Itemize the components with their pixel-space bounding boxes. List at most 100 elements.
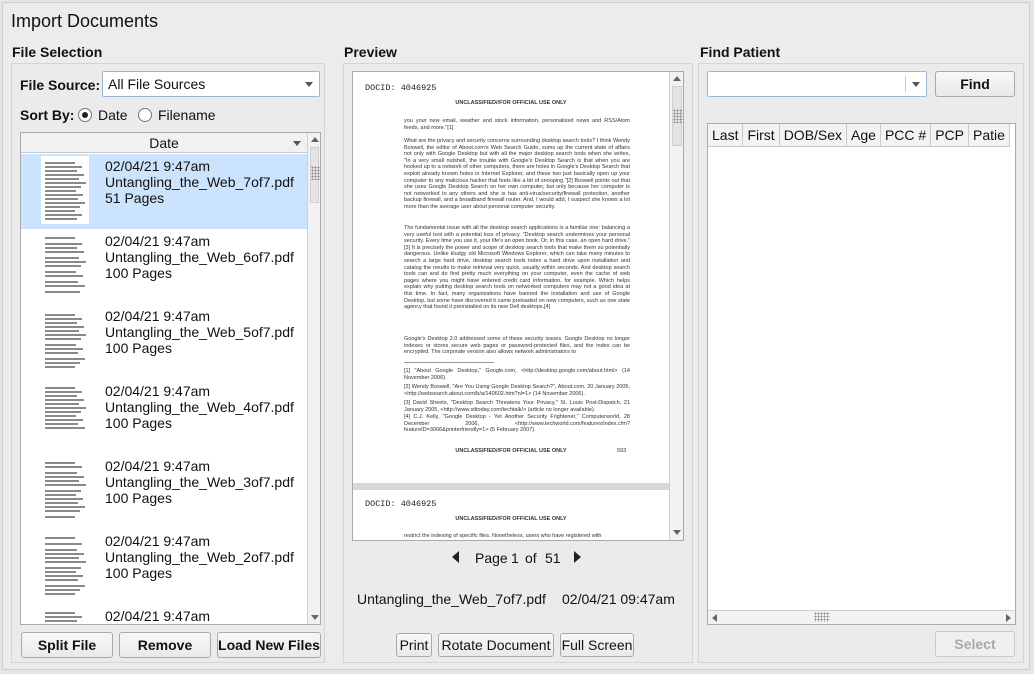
split-file-button[interactable]: Split File [21,632,113,658]
patient-column-header[interactable]: PCP [930,124,969,147]
preview-scroll-thumb[interactable] [672,86,683,146]
file-name: Untangling_the_Web_5of7.pdf [105,324,294,340]
page-total: 51 [545,550,561,566]
pdf-thumbnail-icon [41,156,89,224]
page-number-text: 593 [617,448,627,454]
scroll-right-icon[interactable] [1006,614,1011,622]
file-date: 02/04/21 9:47am [105,383,211,399]
preview-scrollbar[interactable] [669,72,683,540]
file-date: 02/04/21 9:47am [105,233,211,249]
preview-filename: Untangling_the_Web_7of7.pdf [357,591,546,607]
file-list-item[interactable]: 02/04/21 9:47am Untangling_the_Web_5of7.p… [21,304,307,379]
pdf-thumbnail-icon [41,381,89,449]
patient-header-row: Last First DOB/Sex Age PCC # PCP Patie [708,124,1010,147]
file-date: 02/04/21 9:47am [105,158,211,174]
file-name: Untangling_the_Web_6of7.pdf [105,249,294,265]
scroll-up-icon[interactable] [311,137,319,142]
load-new-files-button[interactable]: Load New Files [217,632,321,658]
import-documents-window: Import Documents File Selection File Sou… [2,2,1030,670]
file-pages: 100 Pages [105,565,172,581]
sort-date-radio[interactable] [78,108,92,122]
file-date: 02/04/21 9:47am [105,458,211,474]
file-pages: 51 Pages [105,190,165,206]
paragraph-2: The fundamental issue with all the deskt… [404,225,630,311]
patient-column-header[interactable]: PCC # [880,124,932,147]
footnote-1: [1] "About Google Desktop," Google.com, … [404,368,630,381]
combobox-divider [905,76,906,92]
page-of-label: of [525,550,537,566]
print-button[interactable]: Print [396,633,432,657]
patient-column-header[interactable]: Patie [968,124,1010,147]
date-column-header[interactable]: Date [21,133,307,153]
scroll-left-icon[interactable] [712,614,717,622]
file-name: Untangling_the_Web_7of7.pdf [105,174,294,190]
preview-timestamp: 02/04/21 09:47am [562,591,675,607]
intro-paragraph: you your new email, weather and stock in… [404,118,630,131]
file-list-item[interactable]: 02/04/21 9:47am [21,604,307,624]
preview-panel: DOCID: 4046925 UNCLASSIFIED//FOR OFFICIA… [343,63,693,663]
file-date: 02/04/21 9:47am [105,608,211,624]
patient-search-combobox[interactable] [707,71,927,97]
document-page-2: DOCID: 4046925 UNCLASSIFIED//FOR OFFICIA… [353,490,669,540]
sort-filename-label[interactable]: Filename [158,107,216,123]
previous-page-icon[interactable] [452,551,459,563]
file-pages: 100 Pages [105,340,172,356]
sort-date-label[interactable]: Date [98,107,128,123]
classification-header-2: UNCLASSIFIED//FOR OFFICIAL USE ONLY [455,516,567,522]
file-list-item[interactable]: 02/04/21 9:47am Untangling_the_Web_4of7.p… [21,379,307,454]
file-list-scroll-thumb[interactable] [310,147,320,203]
scroll-up-icon[interactable] [673,76,681,81]
patient-column-header[interactable]: Last [708,124,744,147]
file-name: Untangling_the_Web_4of7.pdf [105,399,294,415]
find-button[interactable]: Find [935,71,1015,97]
rotate-document-button[interactable]: Rotate Document [438,633,554,657]
file-name: Untangling_the_Web_2of7.pdf [105,549,294,565]
file-source-select[interactable]: All File Sources [102,71,320,97]
file-list-item[interactable]: 02/04/21 9:47am Untangling_the_Web_3of7.p… [21,454,307,529]
find-patient-title: Find Patient [700,44,781,60]
sort-by-label: Sort By: [20,107,75,123]
grip-icon [311,166,320,180]
file-list-item[interactable]: 02/04/21 9:47am Untangling_the_Web_6of7.p… [21,229,307,304]
select-button[interactable]: Select [935,631,1015,657]
pdf-thumbnail-icon [41,306,89,374]
date-column-label: Date [149,135,179,151]
chevron-down-icon [912,82,920,87]
file-selection-title: File Selection [12,44,103,60]
full-screen-button[interactable]: Full Screen [560,633,634,657]
next-page-icon[interactable] [574,551,581,563]
scroll-down-icon[interactable] [311,615,319,620]
paragraph-1: What are the privacy and security concer… [404,138,630,210]
page-label: Page [475,550,508,566]
file-list-item[interactable]: 02/04/21 9:47am Untangling_the_Web_7of7.p… [21,154,307,229]
patient-horizontal-scrollbar[interactable] [708,610,1015,624]
page-current: 1 [511,550,519,566]
document-page-1: DOCID: 4046925 UNCLASSIFIED//FOR OFFICIA… [353,72,669,483]
patient-column-header[interactable]: Age [846,124,881,147]
patient-results-grid: Last First DOB/Sex Age PCC # PCP Patie [708,124,1010,147]
sort-desc-icon [293,141,301,146]
patient-results-table: Last First DOB/Sex Age PCC # PCP Patie [707,123,1016,625]
file-list-scrollbar[interactable] [307,133,320,624]
file-list-item[interactable]: 02/04/21 9:47am Untangling_the_Web_2of7.p… [21,529,307,604]
find-patient-panel: Find Last First DOB/Sex Age PCC # PCP Patie Se… [698,63,1024,663]
scroll-down-icon[interactable] [673,530,681,535]
document-viewer[interactable]: DOCID: 4046925 UNCLASSIFIED//FOR OFFICIA… [352,71,684,541]
sort-filename-radio[interactable] [138,108,152,122]
pdf-thumbnail-icon [41,456,89,524]
patient-column-header[interactable]: DOB/Sex [779,124,848,147]
docid-text: DOCID: 4046925 [365,83,437,93]
classification-header: UNCLASSIFIED//FOR OFFICIAL USE ONLY [455,100,567,106]
remove-button[interactable]: Remove [119,632,211,658]
patient-column-header[interactable]: First [742,124,780,147]
file-source-label: File Source: [20,77,101,93]
window-title: Import Documents [11,11,159,31]
file-list: Date 02/04/21 9:47am Untangling_the_Web_7… [20,132,321,625]
preview-title: Preview [344,44,397,60]
docid-text-2: DOCID: 4046925 [365,499,437,509]
file-name: Untangling_the_Web_3of7.pdf [105,474,294,490]
footnote-3: [3] David Sheets, "Desktop Search Threat… [404,400,630,413]
paragraph-3: Google's Desktop 2.0 addressed some of t… [404,336,630,356]
pdf-thumbnail-icon [41,231,89,299]
file-selection-panel: File Source: All File Sources Sort By: D… [11,63,325,663]
